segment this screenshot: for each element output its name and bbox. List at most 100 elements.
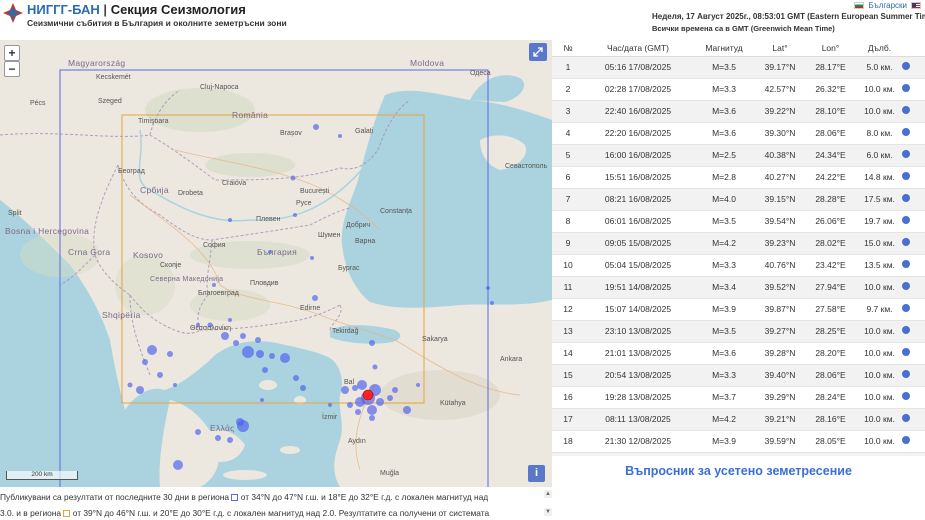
table-row[interactable]: 12 15:07 14/08/2025 M=3.9 39.87°N 27.58°E 9.7…: [552, 298, 925, 321]
row-lon: 28.05°E: [804, 430, 857, 453]
fullscreen-button[interactable]: [529, 43, 547, 61]
table-row[interactable]: 7 08:21 16/08/2025 M=4.0 39.15°N 28.28°E 17.5…: [552, 188, 925, 211]
table-row[interactable]: 18 21:30 12/08/2025 M=3.9 39.59°N 28.05°E 10.…: [552, 430, 925, 453]
row-number: 8: [552, 210, 584, 233]
row-magnitude: M=3.5: [692, 320, 756, 343]
table-row[interactable]: 15 20:54 13/08/2025 M=3.3 39.40°N 28.06°E 10.…: [552, 364, 925, 387]
locate-on-map-icon[interactable]: [902, 62, 910, 70]
footer-text-2a: 3.0. и в региона: [0, 508, 62, 518]
row-marker[interactable]: [902, 276, 925, 299]
table-row[interactable]: 14 21:01 13/08/2025 M=3.6 39.28°N 28.20°E 10.…: [552, 342, 925, 365]
row-magnitude: M=3.6: [692, 122, 756, 145]
blue-region-legend-icon: [231, 494, 239, 501]
zoom-out-button[interactable]: −: [4, 61, 20, 77]
column-header-number[interactable]: №: [552, 40, 584, 57]
english-flag-icon[interactable]: [911, 2, 921, 9]
map-scale-bar: 200 km: [6, 471, 78, 480]
locate-on-map-icon[interactable]: [902, 150, 910, 158]
table-row[interactable]: 1 05:16 17/08/2025 M=3.5 39.17°N 28.17°E 5.0 …: [552, 56, 925, 79]
locate-on-map-icon[interactable]: [902, 282, 910, 290]
column-header-magnitude[interactable]: Магнитуд: [692, 40, 756, 57]
table-row[interactable]: 10 05:04 15/08/2025 M=3.3 40.76°N 23.42°E 13.…: [552, 254, 925, 277]
row-marker[interactable]: [902, 254, 925, 277]
row-marker[interactable]: [902, 320, 925, 343]
locate-on-map-icon[interactable]: [902, 370, 910, 378]
row-magnitude: M=4.2: [692, 408, 756, 431]
expand-icon: [533, 47, 543, 57]
footer-line-1: Публикувани са резултати от последните 3…: [0, 492, 488, 502]
row-lat: 39.27°N: [756, 320, 804, 343]
locate-on-map-icon[interactable]: [902, 84, 910, 92]
locate-on-map-icon[interactable]: [902, 106, 910, 114]
row-lat: 40.38°N: [756, 144, 804, 167]
earthquake-map[interactable]: Magyarország România Србија България Bos…: [0, 40, 552, 487]
locate-on-map-icon[interactable]: [902, 260, 910, 268]
site-title[interactable]: НИГГГ-БАН | Секция Сеизмология: [27, 2, 246, 17]
row-marker[interactable]: [902, 56, 925, 79]
map-info-button[interactable]: i: [528, 465, 545, 482]
locate-on-map-icon[interactable]: [902, 392, 910, 400]
row-time: 15:07 14/08/2025: [584, 298, 692, 321]
row-number: 1: [552, 56, 584, 79]
locate-on-map-icon[interactable]: [902, 304, 910, 312]
locate-on-map-icon[interactable]: [902, 216, 910, 224]
row-marker[interactable]: [902, 166, 925, 189]
footer-text-2b: от 39°N до 46°N г.ш. и 20°E до 30°E г.д.…: [72, 508, 490, 518]
zoom-in-button[interactable]: +: [4, 45, 20, 61]
row-marker[interactable]: [902, 298, 925, 321]
row-marker[interactable]: [902, 232, 925, 255]
row-marker[interactable]: [902, 188, 925, 211]
locate-on-map-icon[interactable]: [902, 128, 910, 136]
table-row[interactable]: 11 19:51 14/08/2025 M=3.4 39.52°N 27.94°E 10.…: [552, 276, 925, 299]
table-row[interactable]: 2 02:28 17/08/2025 M=3.3 42.57°N 26.32°E 10.0…: [552, 78, 925, 101]
locate-on-map-icon[interactable]: [902, 172, 910, 180]
row-marker[interactable]: [902, 430, 925, 453]
row-lon: 23.42°E: [804, 254, 857, 277]
locate-on-map-icon[interactable]: [902, 436, 910, 444]
table-row[interactable]: 16 19:28 13/08/2025 M=3.7 39.29°N 28.24°E 10.…: [552, 386, 925, 409]
footer-scroll-down-arrow-icon[interactable]: ▼: [544, 508, 552, 516]
table-row[interactable]: 6 15:51 16/08/2025 M=2.8 40.27°N 24.22°E 14.8…: [552, 166, 925, 189]
institute-logo-icon[interactable]: [2, 2, 24, 24]
row-number: 4: [552, 122, 584, 145]
language-bg-link[interactable]: Български: [868, 1, 907, 10]
locate-on-map-icon[interactable]: [902, 194, 910, 202]
row-marker[interactable]: [902, 100, 925, 123]
column-header-lon[interactable]: Lon°: [804, 40, 857, 57]
page-header: НИГГГ-БАН | Секция Сеизмология Сеизмични…: [0, 0, 925, 40]
row-time: 06:01 16/08/2025: [584, 210, 692, 233]
language-switch[interactable]: Български: [854, 1, 921, 10]
table-row[interactable]: 5 16:00 16/08/2025 M=2.5 40.38°N 24.34°E 6.0 …: [552, 144, 925, 167]
row-marker[interactable]: [902, 78, 925, 101]
locate-on-map-icon[interactable]: [902, 326, 910, 334]
felt-report-link[interactable]: Въпросник за усетено земетресение: [552, 456, 925, 487]
table-row[interactable]: 3 22:40 16/08/2025 M=3.6 39.22°N 28.10°E 10.0…: [552, 100, 925, 123]
timezone-note: Всички времена са в GMT (Greenwich Mean …: [652, 24, 835, 33]
locate-on-map-icon[interactable]: [902, 414, 910, 422]
locate-on-map-icon[interactable]: [902, 348, 910, 356]
row-marker[interactable]: [902, 408, 925, 431]
column-header-depth[interactable]: Дълб.: [857, 40, 902, 57]
bulgarian-flag-icon[interactable]: [854, 2, 865, 9]
row-time: 21:01 13/08/2025: [584, 342, 692, 365]
row-lat: 39.54°N: [756, 210, 804, 233]
table-row[interactable]: 4 22:20 16/08/2025 M=3.6 39.30°N 28.06°E 8.0 …: [552, 122, 925, 145]
row-lon: 28.25°E: [804, 320, 857, 343]
footer-scroll-up-arrow-icon[interactable]: ▲: [544, 490, 552, 498]
table-row[interactable]: 13 23:10 13/08/2025 M=3.5 39.27°N 28.25°E 10.…: [552, 320, 925, 343]
column-header-lat[interactable]: Lat°: [756, 40, 804, 57]
brand-name: НИГГГ-БАН: [27, 2, 100, 17]
row-marker[interactable]: [902, 342, 925, 365]
row-marker[interactable]: [902, 210, 925, 233]
column-header-time[interactable]: Час/дата (GMT): [584, 40, 692, 57]
row-marker[interactable]: [902, 122, 925, 145]
locate-on-map-icon[interactable]: [902, 238, 910, 246]
row-marker[interactable]: [902, 144, 925, 167]
row-marker[interactable]: [902, 364, 925, 387]
table-row[interactable]: 17 08:11 13/08/2025 M=4.2 39.21°N 28.16°E 10.…: [552, 408, 925, 431]
row-number: 13: [552, 320, 584, 343]
table-row[interactable]: 8 06:01 16/08/2025 M=3.5 39.54°N 26.06°E 19.7…: [552, 210, 925, 233]
table-row[interactable]: 9 09:05 15/08/2025 M=4.2 39.23°N 28.02°E 15.0…: [552, 232, 925, 255]
row-marker[interactable]: [902, 386, 925, 409]
row-lon: 28.02°E: [804, 232, 857, 255]
